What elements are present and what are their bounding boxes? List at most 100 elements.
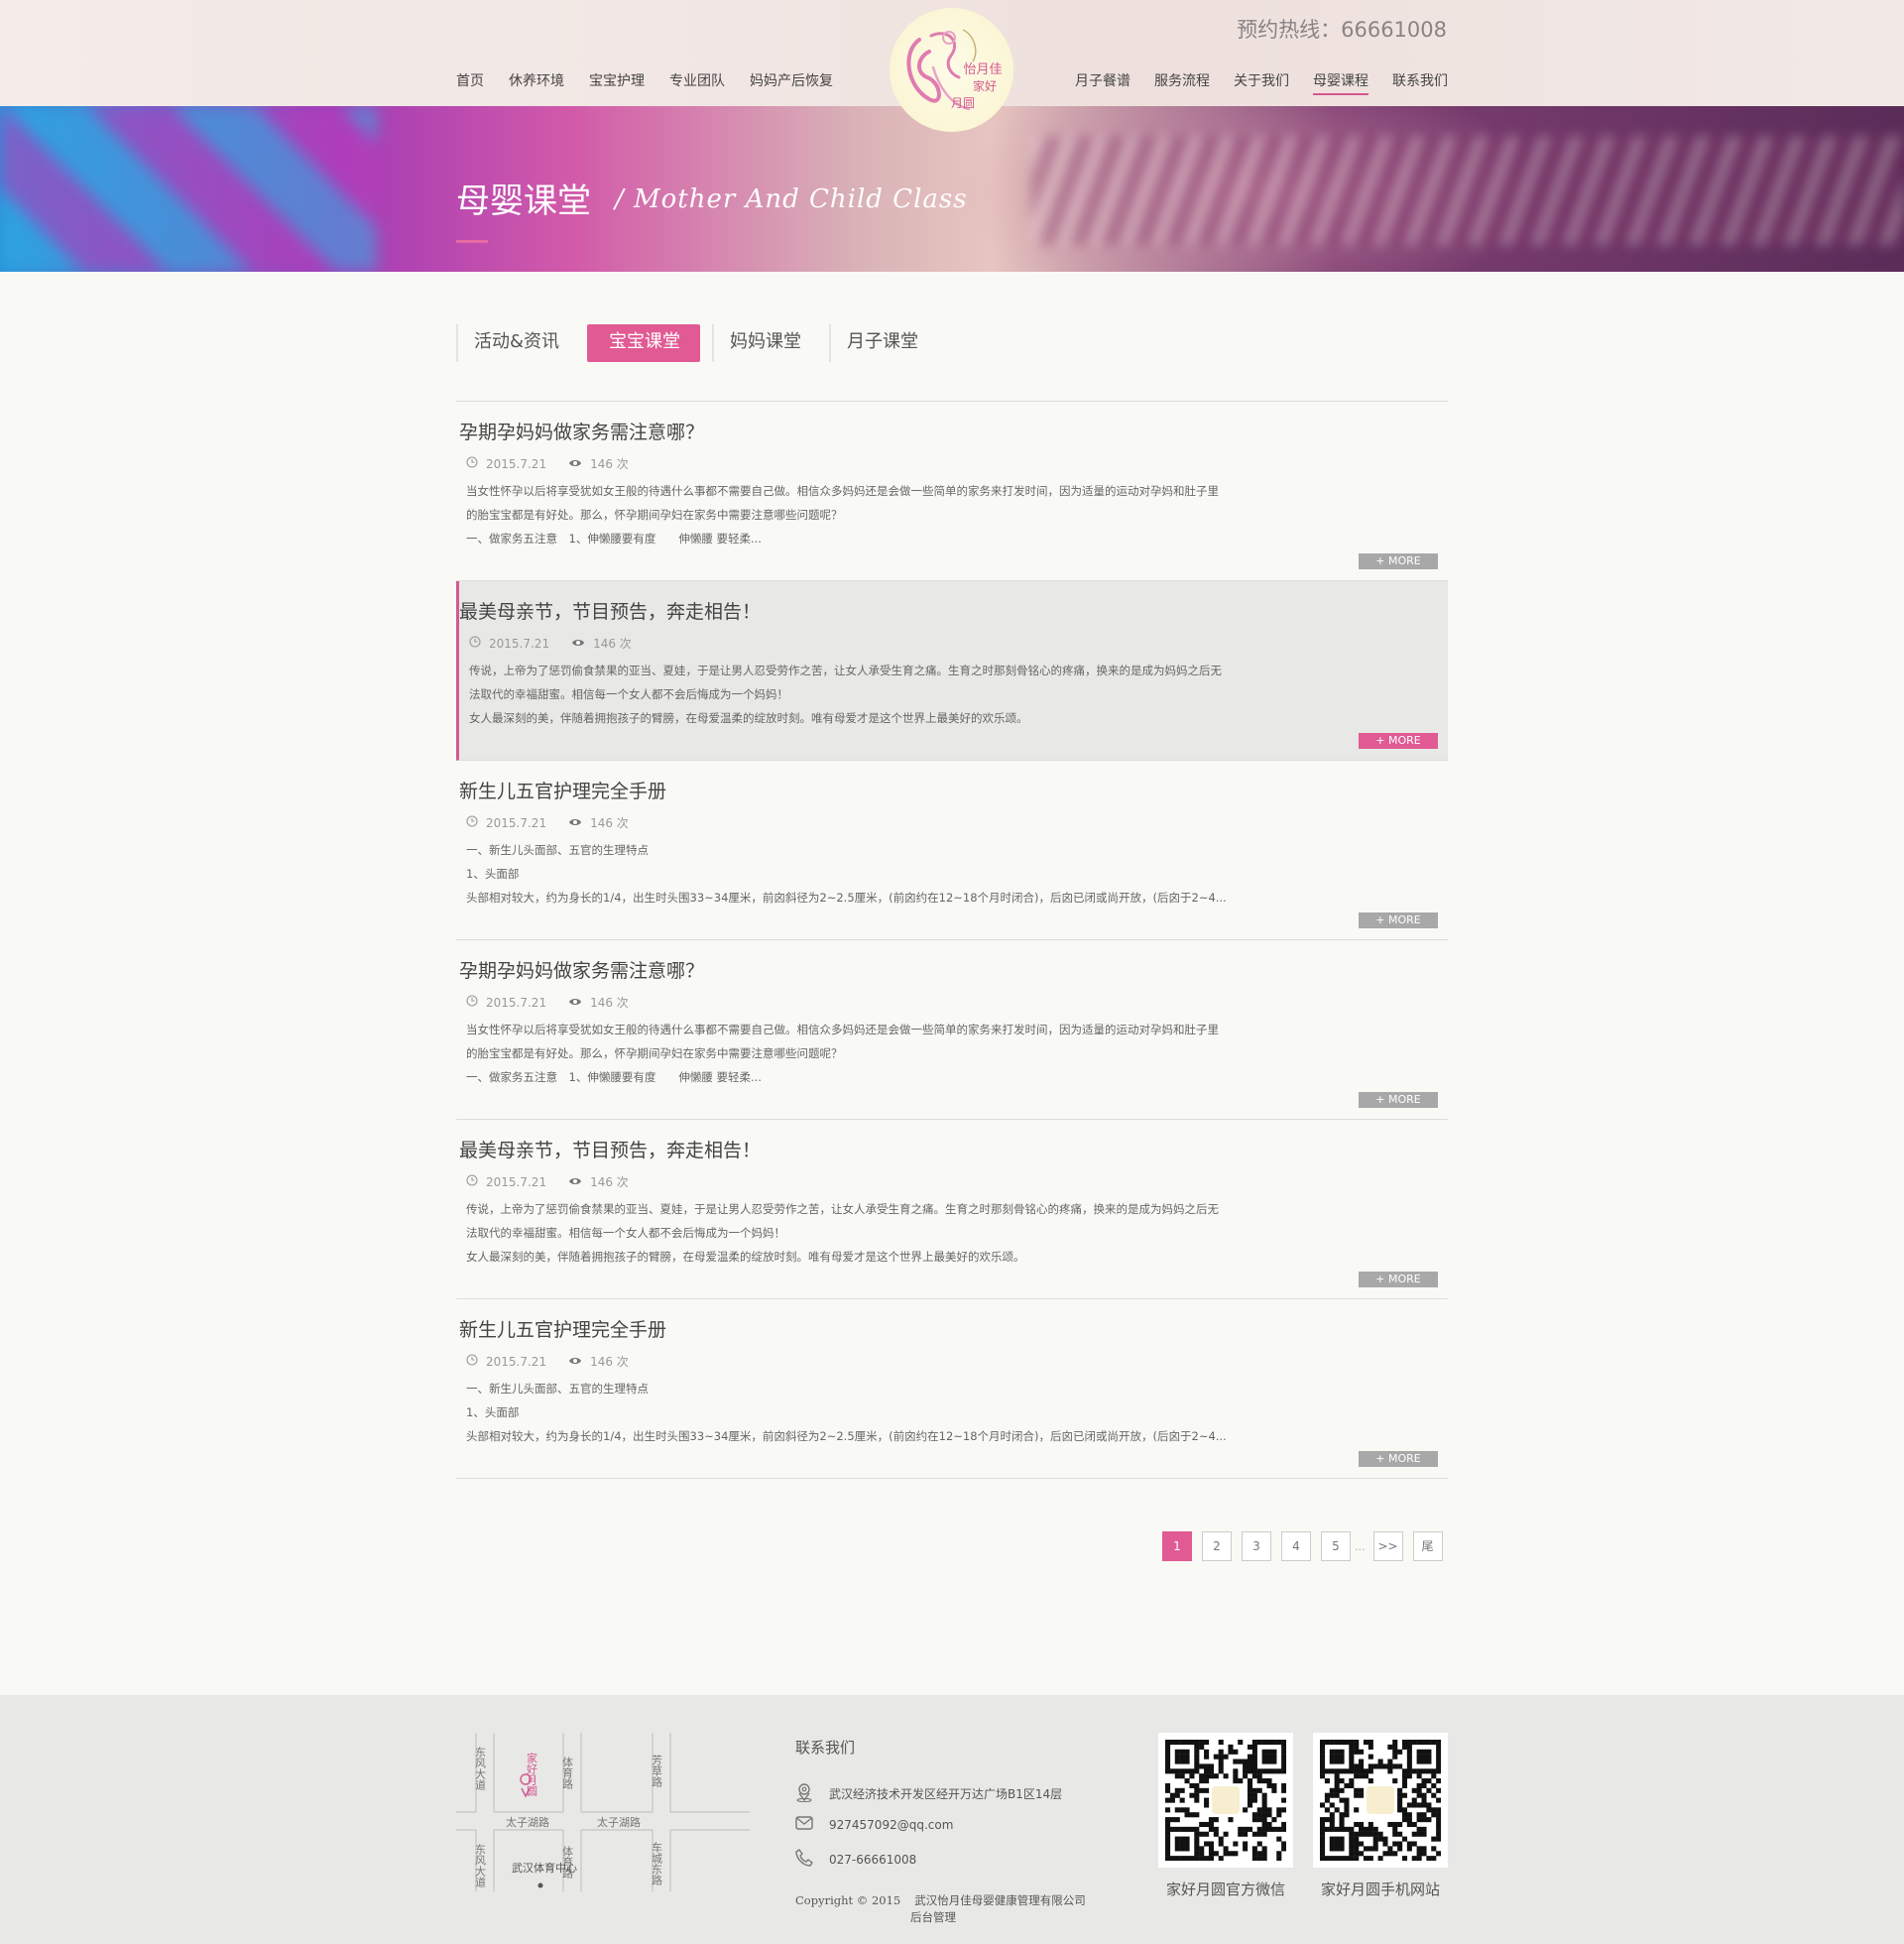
nav-item-postpartum[interactable]: 妈妈产后恢复 — [750, 71, 833, 91]
article-title[interactable]: 孕期孕妈妈做家务需注意哪？ — [459, 956, 704, 983]
excerpt-line: 传说，上帝为了惩罚偷食禁果的亚当、夏娃，于是让男人忍受劳作之苦，让女人承受生育之… — [466, 1202, 1219, 1216]
banner-blanket-pattern — [0, 106, 377, 272]
banner-underline — [456, 240, 488, 243]
map-road-dongfeng-s: 东风大道 — [474, 1844, 487, 1887]
contact-address: 武汉经济技术开发区经开万达广场B1区14层 — [795, 1782, 1062, 1805]
more-button[interactable]: + MORE — [1359, 733, 1438, 749]
location-icon — [795, 1782, 817, 1805]
nav-item-contact[interactable]: 联系我们 — [1392, 71, 1448, 91]
map-place-center: 武汉体育中心 — [512, 1861, 577, 1875]
eye-icon — [568, 816, 582, 830]
contact-phone: 027-66661008 — [795, 1849, 916, 1870]
wechat-qr-code — [1158, 1733, 1293, 1868]
article-title[interactable]: 孕期孕妈妈做家务需注意哪？ — [459, 418, 704, 444]
excerpt-line: 法取代的幸福甜蜜。相信每一个女人都不会后悔成为一个妈妈！ — [469, 687, 788, 701]
article-date: 2015.7.21 — [486, 995, 547, 1010]
admin-link[interactable]: 后台管理 — [910, 1909, 956, 1925]
article-views: 146 次 — [568, 814, 629, 831]
list-item[interactable]: 新生儿五官护理完全手册 2015.7.21 146 次 一、新生儿头面部、五官的… — [456, 1299, 1448, 1479]
list-item[interactable]: 最美母亲节，节目预告，奔走相告！ 2015.7.21 146 次 传说，上帝为了… — [456, 1120, 1448, 1299]
nav-item-menu[interactable]: 月子餐谱 — [1075, 71, 1130, 91]
article-excerpt: 当女性怀孕以后将享受犹如女王般的待遇什么事都不需要自己做。相信众多妈妈还是会做一… — [466, 479, 1259, 550]
article-title[interactable]: 新生儿五官护理完全手册 — [459, 777, 666, 803]
map-road-dongfeng-n: 东风大道 — [474, 1747, 487, 1790]
logo-mother-baby-icon: 怡月佳 家好 月圆 — [906, 29, 1003, 111]
tab-baby-class[interactable]: 宝宝课堂 — [587, 324, 701, 362]
excerpt-line: 1、头面部 — [466, 867, 520, 881]
article-excerpt: 一、新生儿头面部、五官的生理特点 1、头面部 头部相对较大，约为身长的1/4，出生时… — [466, 838, 1259, 910]
list-item[interactable]: 孕期孕妈妈做家务需注意哪？ 2015.7.21 146 次 当女性怀孕以后将享受… — [456, 940, 1448, 1120]
article-meta: 2015.7.21 146 次 — [466, 814, 629, 831]
list-item[interactable]: 孕期孕妈妈做家务需注意哪？ 2015.7.21 146 次 当女性怀孕以后将享受… — [456, 402, 1448, 581]
more-button[interactable]: + MORE — [1359, 553, 1438, 569]
excerpt-line: 一、做家务五注意 1、伸懒腰要有度 伸懒腰 要轻柔... — [466, 1070, 762, 1084]
map-road-checheng: 车城东路 — [651, 1841, 663, 1886]
tab-news[interactable]: 活动&资讯 — [456, 324, 575, 362]
location-map[interactable]: 东风大道 体育路 芳草路 太子湖路 太子湖路 东风大道 体育路 车城东路 家好月… — [456, 1733, 750, 1891]
site-logo[interactable]: 怡月佳 家好 月圆 — [890, 8, 1013, 132]
nav-item-baby-care[interactable]: 宝宝护理 — [589, 71, 645, 91]
nav-item-courses[interactable]: 母婴课程 — [1313, 71, 1368, 95]
nav-item-process[interactable]: 服务流程 — [1154, 71, 1210, 91]
excerpt-line: 的胎宝宝都是有好处。那么，怀孕期间孕妇在家务中需要注意哪些问题呢？ — [466, 1046, 843, 1060]
more-button[interactable]: + MORE — [1359, 1092, 1438, 1108]
article-views: 146 次 — [568, 455, 629, 472]
address-text: 武汉经济技术开发区经开万达广场B1区14层 — [829, 1787, 1063, 1801]
list-item[interactable]: 最美母亲节，节目预告，奔走相告！ 2015.7.21 146 次 传说，上帝为了… — [456, 581, 1448, 761]
list-item[interactable]: 新生儿五官护理完全手册 2015.7.21 146 次 一、新生儿头面部、五官的… — [456, 761, 1448, 940]
map-road-tiyu-n: 体育路 — [561, 1756, 574, 1790]
clock-icon — [469, 636, 481, 651]
article-views: 146 次 — [568, 1353, 629, 1370]
banner-title: 母婴课堂 — [456, 182, 591, 221]
article-views: 146 次 — [568, 994, 629, 1011]
page-next[interactable]: >> — [1372, 1531, 1403, 1561]
tab-confinement-class[interactable]: 月子课堂 — [829, 324, 934, 362]
mobile-qr-label: 家好月圆手机网站 — [1320, 1881, 1440, 1898]
more-button[interactable]: + MORE — [1359, 912, 1438, 928]
nav-item-environment[interactable]: 休养环境 — [509, 71, 564, 91]
pagination: 1 2 3 4 5 ... >> 尾 — [1162, 1531, 1443, 1561]
qr-code-icon — [1320, 1740, 1442, 1862]
wechat-qr-label: 家好月圆官方微信 — [1165, 1881, 1285, 1898]
copyright: Copyright © 2015 武汉怡月佳母婴健康管理有限公司 — [795, 1892, 1086, 1908]
email-text[interactable]: 927457092@qq.com — [829, 1818, 953, 1832]
nav-item-team[interactable]: 专业团队 — [669, 71, 725, 91]
contact-title: 联系我们 — [795, 1739, 856, 1757]
article-meta: 2015.7.21 146 次 — [466, 455, 629, 472]
article-meta: 2015.7.21 146 次 — [466, 1353, 629, 1370]
article-title[interactable]: 最美母亲节，节目预告，奔走相告！ — [459, 1136, 761, 1162]
banner-knit-pattern — [1031, 136, 1904, 245]
more-button[interactable]: + MORE — [1359, 1272, 1438, 1287]
tab-mom-class[interactable]: 妈妈课堂 — [712, 324, 817, 362]
clock-icon — [466, 815, 478, 830]
article-meta: 2015.7.21 146 次 — [469, 635, 632, 652]
phone-text: 027-66661008 — [829, 1852, 917, 1867]
eye-icon — [571, 637, 585, 651]
map-road-taizihu-w: 太子湖路 — [506, 1816, 549, 1829]
page-1[interactable]: 1 — [1162, 1531, 1192, 1561]
page-3[interactable]: 3 — [1242, 1531, 1271, 1561]
article-view-count: 146 次 — [590, 816, 629, 830]
excerpt-line: 一、新生儿头面部、五官的生理特点 — [466, 1382, 649, 1396]
excerpt-line: 一、做家务五注意 1、伸懒腰要有度 伸懒腰 要轻柔... — [466, 532, 762, 546]
page-2[interactable]: 2 — [1202, 1531, 1232, 1561]
article-list: 孕期孕妈妈做家务需注意哪？ 2015.7.21 146 次 当女性怀孕以后将享受… — [456, 401, 1448, 1479]
article-title[interactable]: 新生儿五官护理完全手册 — [459, 1315, 666, 1342]
page-4[interactable]: 4 — [1281, 1531, 1311, 1561]
page-last[interactable]: 尾 — [1412, 1531, 1443, 1561]
article-date: 2015.7.21 — [486, 1354, 547, 1369]
article-title[interactable]: 最美母亲节，节目预告，奔走相告！ — [459, 597, 761, 624]
map-center-dot — [537, 1883, 543, 1888]
nav-item-home[interactable]: 首页 — [456, 71, 484, 91]
more-button[interactable]: + MORE — [1359, 1451, 1438, 1467]
excerpt-line: 法取代的幸福甜蜜。相信每一个女人都不会后悔成为一个妈妈！ — [466, 1226, 785, 1240]
site-footer: 东风大道 体育路 芳草路 太子湖路 太子湖路 东风大道 体育路 车城东路 家好月… — [0, 1695, 1904, 1944]
excerpt-line: 头部相对较大，约为身长的1/4，出生时头围33~34厘米，前囟斜径为2~2.5厘… — [466, 891, 1227, 905]
hotline: 预约热线：66661008 — [1237, 18, 1447, 42]
excerpt-line: 头部相对较大，约为身长的1/4，出生时头围33~34厘米，前囟斜径为2~2.5厘… — [466, 1429, 1227, 1443]
excerpt-line: 当女性怀孕以后将享受犹如女王般的待遇什么事都不需要自己做。相信众多妈妈还是会做一… — [466, 1023, 1219, 1036]
page-ellipsis: ... — [1355, 1539, 1366, 1553]
nav-right: 月子餐谱 服务流程 关于我们 母婴课程 联系我们 — [1051, 71, 1448, 95]
nav-item-about[interactable]: 关于我们 — [1234, 71, 1289, 91]
page-5[interactable]: 5 — [1321, 1531, 1351, 1561]
